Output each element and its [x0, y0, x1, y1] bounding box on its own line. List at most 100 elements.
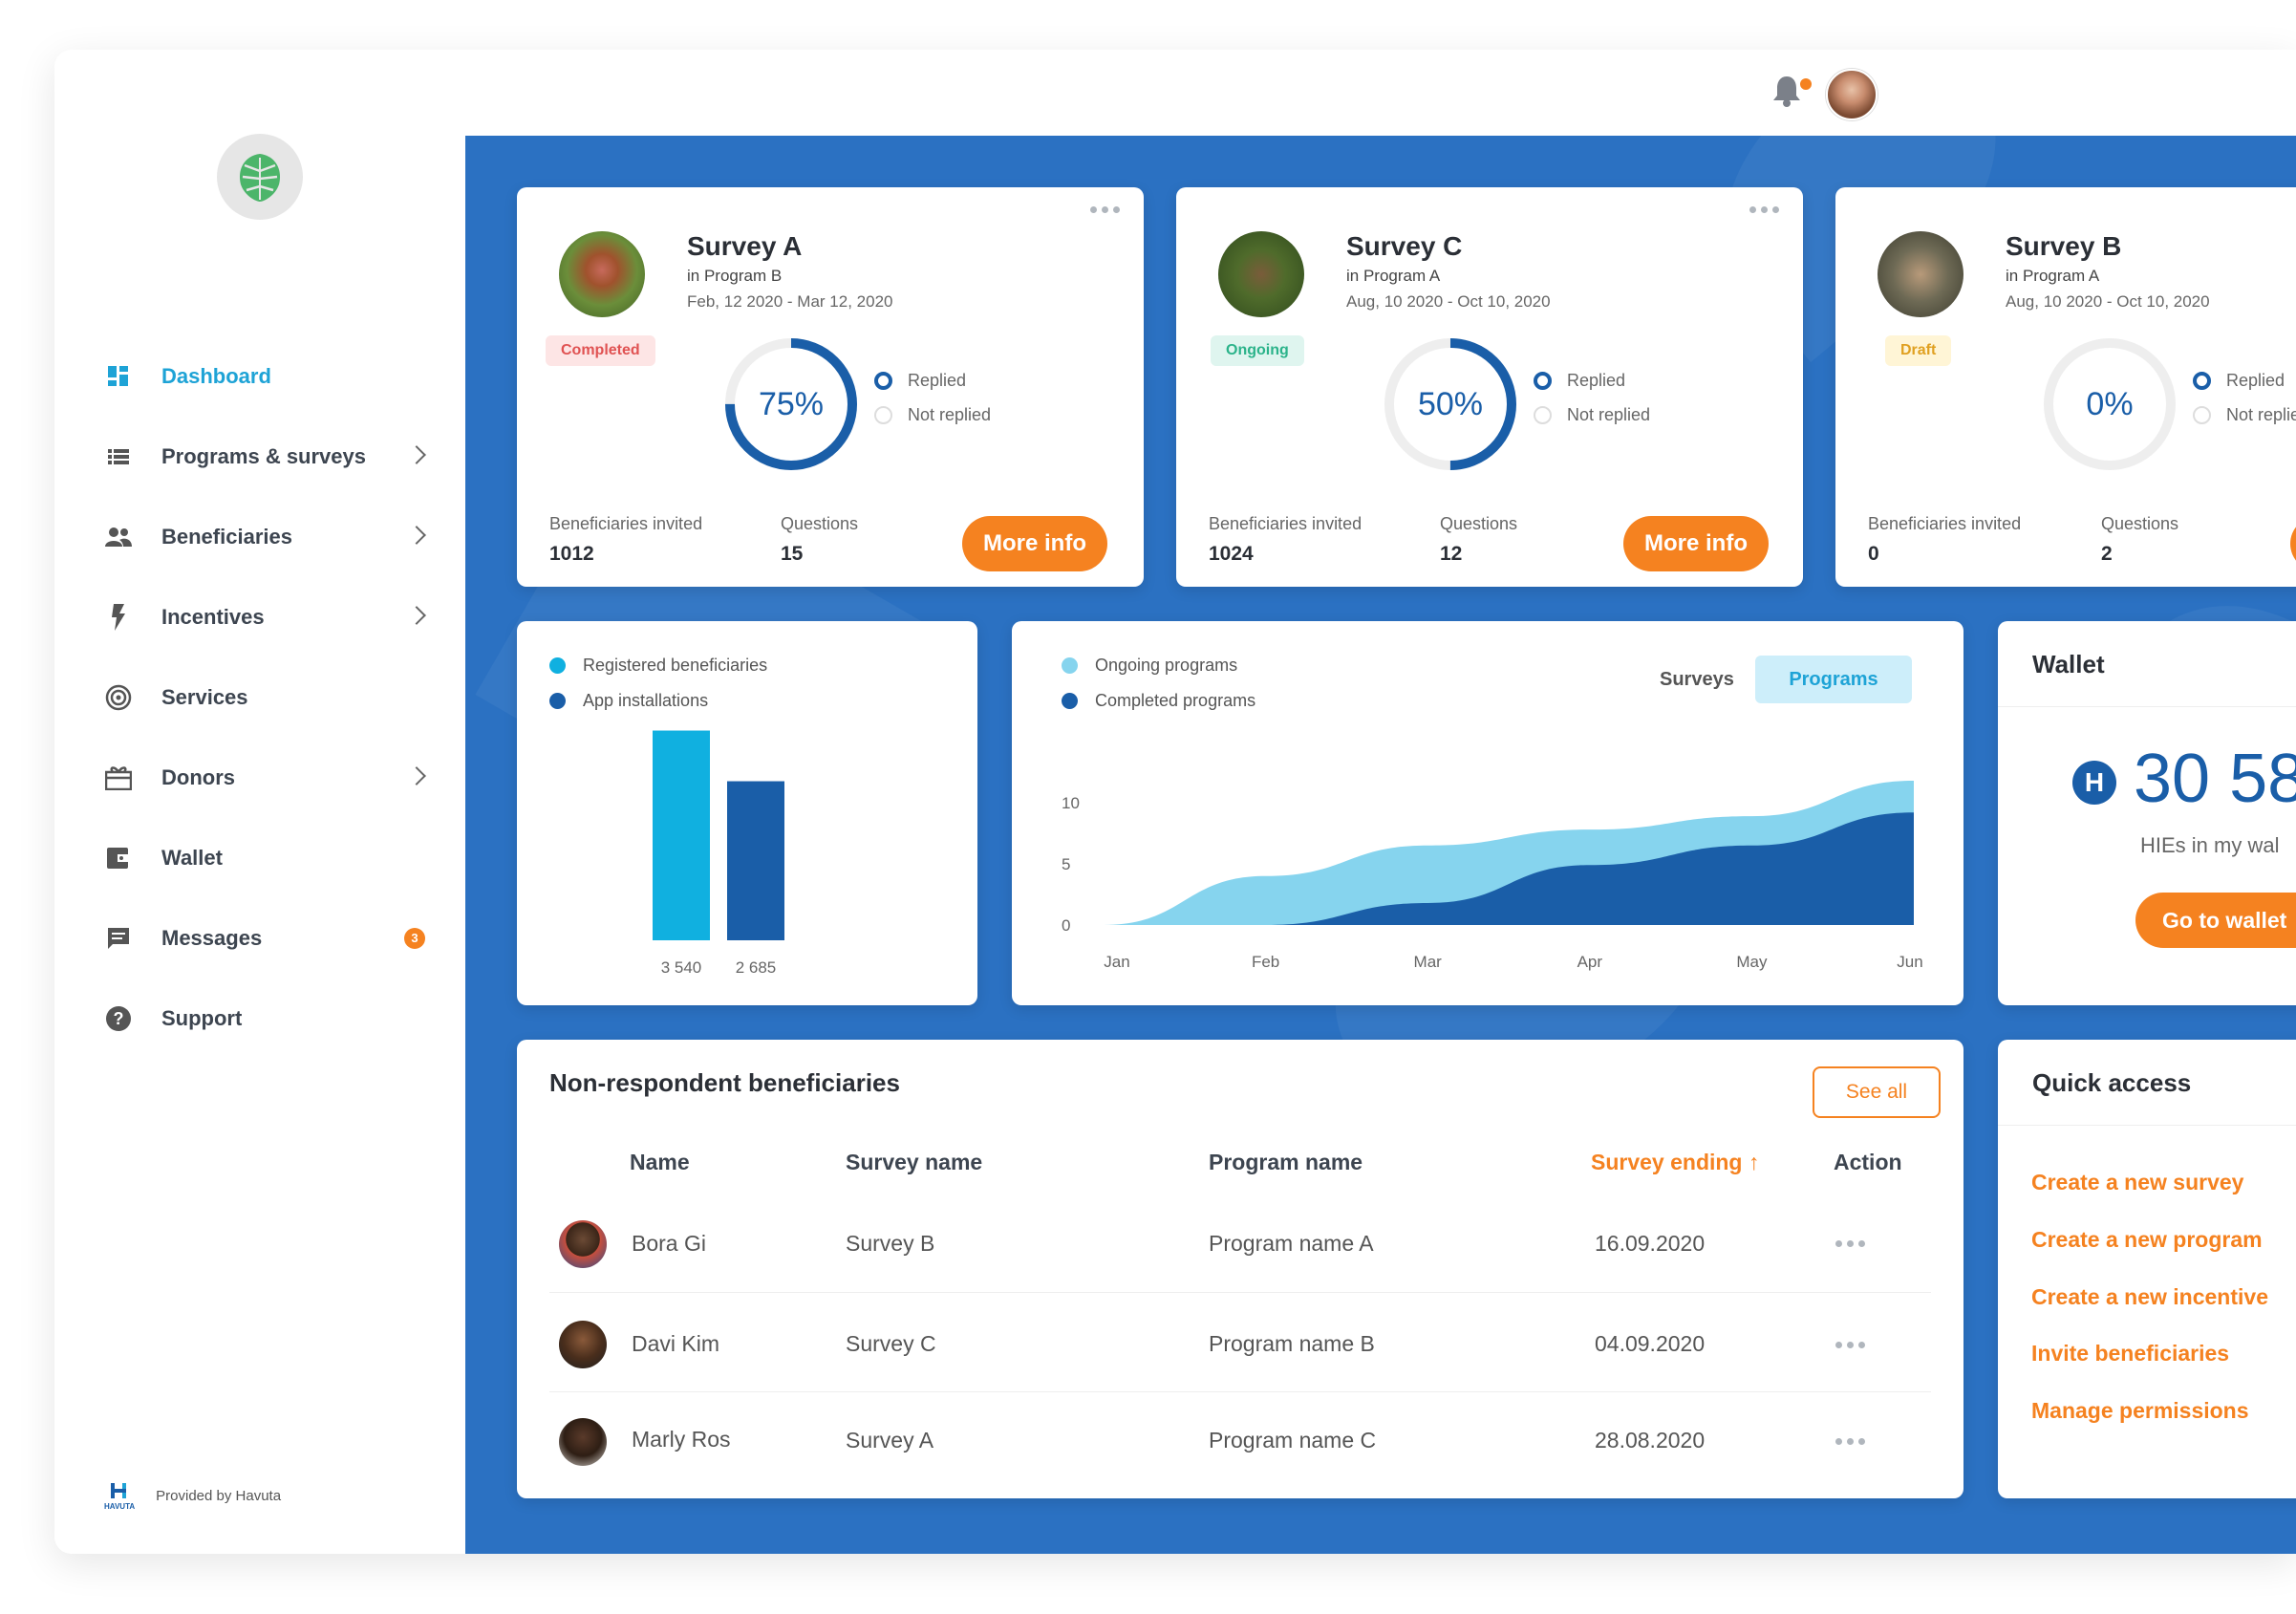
column-header-survey-name[interactable]: Survey name	[846, 1150, 982, 1175]
row-actions-icon[interactable]	[1835, 1342, 1865, 1348]
more-options-icon[interactable]	[1090, 206, 1120, 213]
questions-label: Questions	[2101, 514, 2179, 533]
questions-label: Questions	[781, 514, 859, 533]
survey-card-b[interactable]: Survey B in Program A Aug, 10 2020 - Oct…	[1835, 187, 2296, 587]
survey-card-a[interactable]: Survey A in Program B Feb, 12 2020 - Mar…	[517, 187, 1144, 587]
provided-by: HAVUTA Provided by Havuta	[104, 1481, 281, 1511]
response-percent: 50%	[1417, 386, 1484, 422]
status-badge: Ongoing	[1211, 335, 1304, 366]
beneficiary-name: Davi Kim	[632, 1331, 720, 1356]
survey-name: Survey C	[846, 1331, 936, 1356]
invited-label: Beneficiaries invited	[1868, 514, 2022, 533]
survey-program: in Program B	[687, 267, 783, 285]
sidebar-item-label: Services	[161, 685, 248, 709]
legend-label: Not replied	[2226, 405, 2296, 424]
divider	[1998, 1125, 2296, 1126]
survey-ending: 16.09.2020	[1595, 1231, 1706, 1256]
notification-bell[interactable]	[1771, 75, 1802, 112]
chevron-right-icon	[407, 526, 426, 545]
not-replied-dot	[2193, 406, 2211, 424]
sidebar-item-messages[interactable]: Messages 3	[104, 898, 429, 979]
sidebar-item-dashboard[interactable]: Dashboard	[104, 336, 429, 417]
more-info-button[interactable]: More info	[1623, 516, 1769, 571]
more-options-icon[interactable]	[1749, 206, 1779, 213]
quick-access-title: Quick access	[2032, 1068, 2192, 1097]
questions-value: 15	[781, 543, 804, 565]
sidebar: Dashboard Programs & surveys Beneficiari…	[54, 50, 466, 1554]
svg-text:?: ?	[114, 1009, 124, 1028]
create-survey-link[interactable]: Create a new survey	[2031, 1170, 2243, 1195]
survey-photo	[559, 231, 645, 317]
chevron-right-icon	[407, 445, 426, 464]
invite-beneficiaries-link[interactable]: Invite beneficiaries	[2031, 1341, 2229, 1367]
column-header-survey-ending[interactable]: Survey ending ↑	[1591, 1150, 1759, 1175]
column-header-program-name[interactable]: Program name	[1209, 1150, 1363, 1175]
not-replied-dot	[1534, 406, 1552, 424]
notification-dot	[1798, 76, 1813, 92]
bar-chart: 3 540 2 685	[653, 730, 784, 977]
legend-not-replied: Not replied	[2193, 405, 2296, 425]
sidebar-item-programs-surveys[interactable]: Programs & surveys	[104, 417, 429, 497]
row-actions-icon[interactable]	[1835, 1438, 1865, 1445]
sidebar-item-label: Beneficiaries	[161, 525, 292, 549]
sidebar-item-label: Support	[161, 1006, 243, 1030]
invited-value: 1024	[1209, 543, 1254, 565]
legend-replied: Replied	[2193, 371, 2285, 391]
more-info-button[interactable]	[2290, 516, 2296, 571]
main-content: Survey A in Program B Feb, 12 2020 - Mar…	[465, 136, 2296, 1554]
go-to-wallet-button[interactable]: Go to wallet	[2135, 893, 2296, 948]
sidebar-item-label: Dashboard	[161, 364, 271, 388]
response-percent: 75%	[758, 386, 825, 422]
survey-dates: Feb, 12 2020 - Mar 12, 2020	[687, 292, 893, 311]
sidebar-item-support[interactable]: ? Support	[104, 979, 429, 1059]
wallet-subtitle: HIEs in my wal	[2140, 833, 2280, 857]
program-name: Program name C	[1209, 1428, 1377, 1453]
legend-label: Replied	[2226, 371, 2285, 390]
sidebar-item-incentives[interactable]: Incentives	[104, 577, 429, 657]
x-tick-label: May	[1736, 953, 1768, 971]
replied-dot	[2193, 372, 2211, 390]
column-header-name[interactable]: Name	[630, 1150, 690, 1175]
sidebar-nav: Dashboard Programs & surveys Beneficiari…	[104, 336, 429, 1059]
questions-value: 12	[1440, 543, 1463, 565]
sidebar-item-beneficiaries[interactable]: Beneficiaries	[104, 497, 429, 577]
replied-dot	[1534, 372, 1552, 390]
program-name: Program name A	[1209, 1231, 1374, 1256]
avatar	[559, 1418, 607, 1466]
beneficiaries-bar-chart-card: Registered beneficiaries App installatio…	[517, 621, 977, 1005]
provided-by-text: Provided by Havuta	[156, 1488, 282, 1504]
more-info-button[interactable]: More info	[962, 516, 1107, 571]
column-header-action: Action	[1834, 1150, 1902, 1174]
row-divider	[549, 1391, 1931, 1392]
survey-name: Survey B	[846, 1231, 935, 1256]
see-all-button[interactable]: See all	[1813, 1066, 1941, 1118]
dashboard-icon	[104, 362, 133, 391]
row-divider	[549, 1292, 1931, 1293]
sidebar-item-services[interactable]: Services	[104, 657, 429, 738]
row-actions-icon[interactable]	[1835, 1240, 1865, 1247]
survey-title: Survey A	[687, 231, 803, 261]
y-tick-label: 0	[1062, 916, 1070, 935]
legend-not-replied: Not replied	[874, 405, 991, 425]
legend-replied: Replied	[1534, 371, 1625, 391]
invited-value: 1012	[549, 543, 594, 565]
sidebar-item-label: Messages	[161, 926, 263, 950]
invited-value: 0	[1868, 543, 1879, 565]
message-icon	[104, 924, 133, 953]
create-incentive-link[interactable]: Create a new incentive	[2031, 1284, 2268, 1310]
sidebar-item-label: Wallet	[161, 846, 223, 870]
legend-label: Not replied	[908, 405, 992, 424]
app-logo[interactable]	[217, 134, 303, 220]
user-avatar[interactable]	[1826, 69, 1878, 120]
x-tick-label: Apr	[1577, 953, 1603, 971]
list-icon	[104, 442, 133, 471]
sidebar-item-wallet[interactable]: Wallet	[104, 818, 429, 898]
sidebar-item-donors[interactable]: Donors	[104, 738, 429, 818]
response-percent: 0%	[2086, 386, 2134, 422]
sidebar-item-label: Incentives	[161, 605, 265, 629]
manage-permissions-link[interactable]: Manage permissions	[2031, 1398, 2249, 1424]
survey-card-c[interactable]: Survey C in Program A Aug, 10 2020 - Oct…	[1176, 187, 1803, 587]
create-program-link[interactable]: Create a new program	[2031, 1227, 2263, 1253]
legend-replied: Replied	[874, 371, 966, 391]
sidebar-item-label: Programs & surveys	[161, 444, 366, 468]
